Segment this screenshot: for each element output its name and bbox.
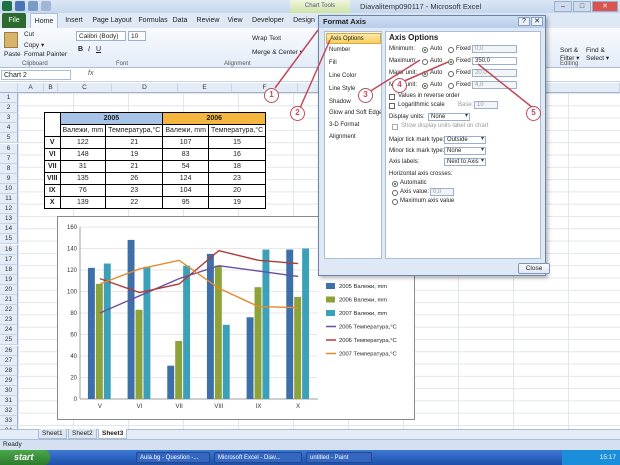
annotation-marker-2: 2	[290, 106, 305, 121]
annotation-arrow	[299, 39, 331, 109]
annotation-marker-4: 4	[392, 78, 407, 93]
annotation-arrows	[274, 29, 534, 109]
annotation-arrow	[401, 61, 449, 83]
annotation-arrow	[274, 29, 319, 89]
annotation-arrow	[477, 63, 534, 109]
annotation-marker-1: 1	[264, 88, 279, 103]
annotation-marker-3: 3	[358, 88, 373, 103]
annotation-marker-5: 5	[526, 106, 541, 121]
